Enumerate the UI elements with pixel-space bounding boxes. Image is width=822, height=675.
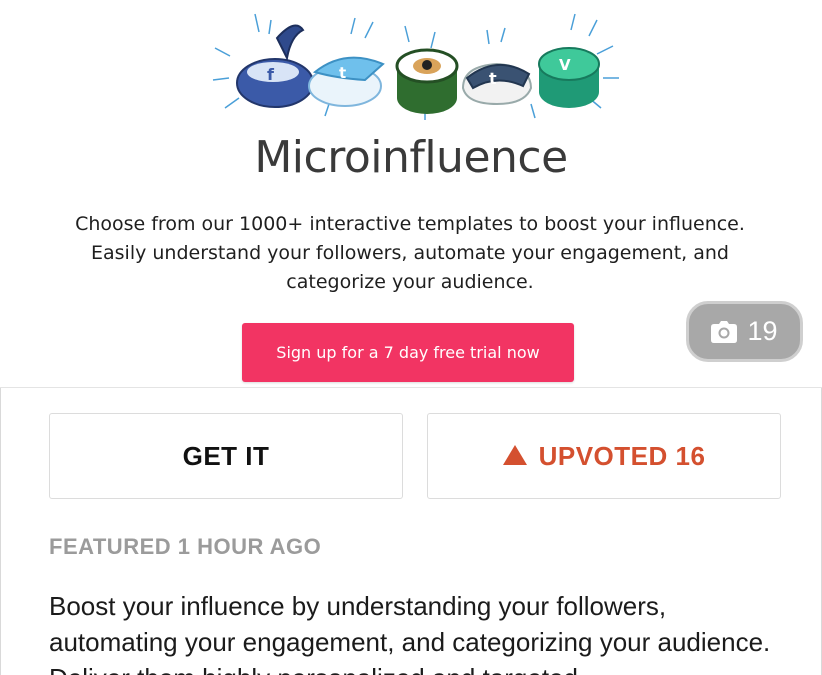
- get-it-button[interactable]: GET IT: [49, 413, 403, 499]
- svg-text:f: f: [267, 65, 275, 84]
- upvote-label: UPVOTED 16: [538, 440, 706, 471]
- svg-text:t: t: [489, 69, 497, 88]
- hero-section: f t t V Microinfluence Choose from our 1…: [0, 0, 822, 388]
- upvote-button[interactable]: UPVOTED 16: [427, 413, 781, 499]
- upvote-arrow-icon: [502, 445, 527, 465]
- free-trial-button[interactable]: Sign up for a 7 day free trial now: [242, 323, 574, 382]
- vine-sushi-icon: V: [538, 47, 600, 108]
- instagram-sushi-icon: [395, 48, 459, 114]
- post-description: Boost your influence by understanding yo…: [49, 591, 771, 675]
- svg-text:t: t: [339, 64, 346, 82]
- svg-text:V: V: [559, 56, 571, 74]
- gallery-count-button[interactable]: 19: [686, 301, 803, 362]
- product-title: Microinfluence: [254, 132, 568, 183]
- tumblr-sushi-icon: t: [461, 62, 533, 106]
- product-tagline: Choose from our 1000+ interactive templa…: [75, 213, 745, 293]
- gallery-count: 19: [747, 316, 778, 346]
- twitter-sushi-icon: t: [308, 56, 385, 107]
- sushi-social-illustration: f t t V: [212, 13, 619, 120]
- featured-timestamp: FEATURED 1 HOUR AGO: [49, 534, 322, 559]
- facebook-sushi-icon: f: [236, 24, 314, 108]
- camera-icon: [711, 320, 738, 343]
